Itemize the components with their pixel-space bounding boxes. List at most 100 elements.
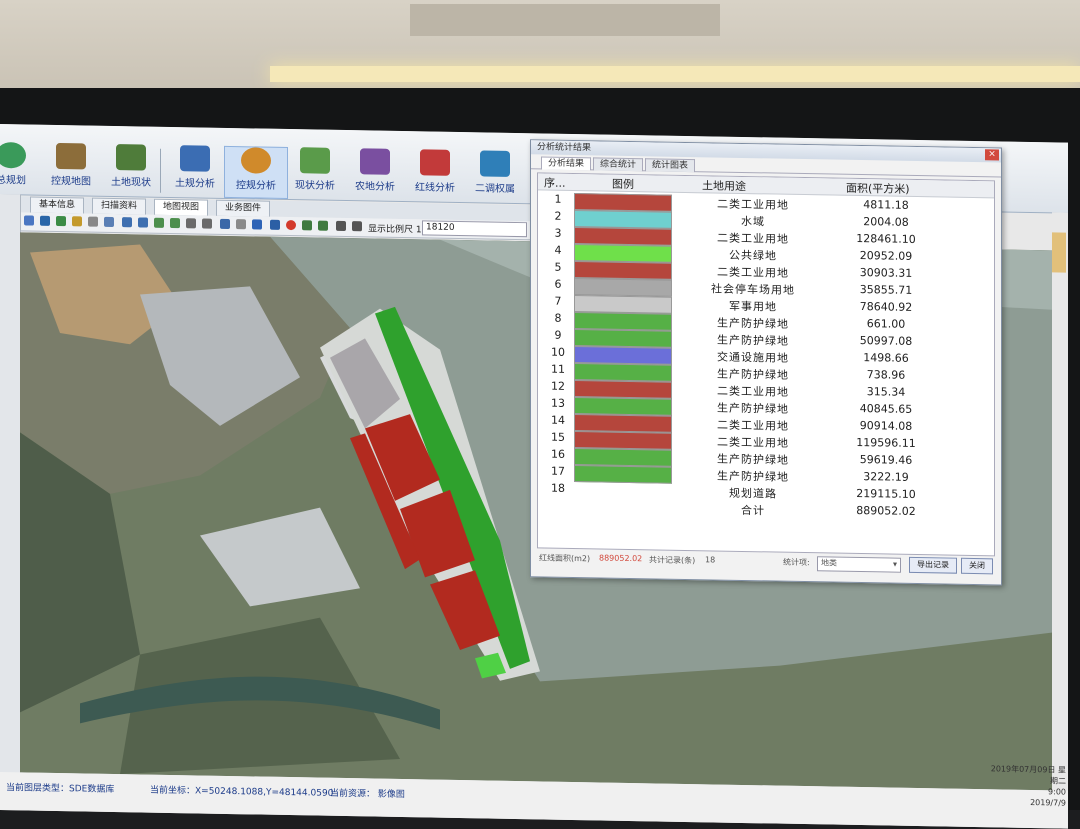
- settings-icon[interactable]: [352, 221, 362, 231]
- farmland-icon: [360, 148, 390, 175]
- clear-icon[interactable]: [104, 217, 114, 227]
- right-panel-strip: [1052, 212, 1068, 792]
- zoom-out-icon[interactable]: [138, 217, 148, 227]
- status-layer-type: 当前图层类型：SDE数据库: [6, 780, 114, 795]
- record-count-label: 共计记录(条): [649, 554, 695, 566]
- pan-icon[interactable]: [24, 215, 34, 225]
- identify-icon[interactable]: [56, 216, 66, 226]
- measure-icon[interactable]: [72, 216, 82, 226]
- redline-icon: [420, 149, 450, 176]
- scale-label: 显示比例尺 1:: [368, 221, 425, 235]
- stat-item-select[interactable]: 地类 ▾: [817, 556, 901, 572]
- ribbon-button-farmland-analysis[interactable]: 农地分析: [344, 148, 406, 199]
- row-area: 1498.66: [826, 350, 946, 365]
- clock-date-long: 2019年07月09日 星期二: [986, 763, 1066, 786]
- system-clock: 2019年07月09日 星期二 9:00 2019/7/9: [986, 763, 1066, 808]
- row-area: 889052.02: [826, 503, 946, 518]
- column-header-use[interactable]: 土地用途: [702, 177, 746, 194]
- save-icon[interactable]: [270, 220, 280, 230]
- row-seq: 13: [546, 397, 570, 410]
- ribbon-button-label: 总规划: [0, 175, 26, 187]
- export-icon[interactable]: [302, 220, 312, 230]
- row-seq: 11: [546, 363, 570, 376]
- tab-stat-charts[interactable]: 统计图表: [645, 158, 695, 172]
- magnifier-map-icon: [300, 147, 330, 174]
- select-icon[interactable]: [88, 217, 98, 227]
- land-plan-icon: [180, 145, 210, 172]
- tab-summary[interactable]: 综合统计: [593, 157, 643, 171]
- column-header-seq[interactable]: 序...: [544, 174, 566, 190]
- layer-icon[interactable]: [40, 216, 50, 226]
- gis-application-window: 总规划 控规地图 土地现状 土规分析 控规分析 现状分析 农地分析: [0, 124, 1068, 829]
- tab-analysis-result[interactable]: 分析结果: [541, 156, 591, 170]
- print-icon[interactable]: [318, 221, 328, 231]
- status-coordinates: 当前坐标：X=50248.1088,Y=48144.0590: [150, 783, 333, 799]
- row-seq: 6: [546, 278, 570, 291]
- row-seq: 8: [546, 312, 570, 325]
- land-map-icon: [116, 144, 146, 171]
- row-area: 30903.31: [826, 265, 946, 280]
- ribbon-button-control-analysis[interactable]: 控规分析: [224, 146, 288, 199]
- row-area: 119596.11: [826, 435, 946, 450]
- row-area: 219115.10: [826, 486, 946, 501]
- chevron-down-icon: ▾: [893, 560, 897, 569]
- refresh-icon[interactable]: [220, 219, 230, 229]
- stat-item-value: 地类: [818, 558, 837, 567]
- close-icon[interactable]: ×: [985, 149, 999, 160]
- row-seq: 7: [546, 295, 570, 308]
- row-seq: 5: [546, 261, 570, 274]
- pie-analysis-icon: [241, 147, 271, 174]
- ribbon-button-label: 二调权属: [475, 183, 515, 195]
- full-extent-icon[interactable]: [154, 218, 164, 228]
- ribbon-button-label: 农地分析: [355, 181, 395, 193]
- ribbon-button-status-analysis[interactable]: 现状分析: [284, 147, 346, 198]
- row-area: 78640.92: [826, 299, 946, 314]
- ribbon-button-label: 土地现状: [111, 177, 151, 189]
- status-resource: 当前资源： 影像图: [330, 786, 405, 800]
- row-seq: 12: [546, 380, 570, 393]
- row-area: 2004.08: [826, 214, 946, 229]
- row-area: 40845.65: [826, 401, 946, 416]
- close-button[interactable]: 关闭: [961, 558, 993, 575]
- ribbon-button-redline-analysis[interactable]: 红线分析: [404, 149, 466, 200]
- row-seq: 15: [546, 431, 570, 444]
- ribbon-button-ownership[interactable]: 二调权属: [464, 150, 526, 201]
- ribbon-button-land-status[interactable]: 土地现状: [100, 144, 162, 195]
- ribbon-button-land-plan-analysis[interactable]: 土规分析: [164, 145, 226, 196]
- ribbon-button-label: 控规地图: [51, 176, 91, 188]
- column-header-area[interactable]: 面积(平方米): [846, 180, 910, 197]
- analysis-result-dialog: 分析统计结果 × 分析结果 综合统计 统计图表 序... 图例 土地用途 面积(…: [530, 139, 1002, 585]
- row-land-use: 合计: [678, 501, 828, 520]
- row-area: 20952.09: [826, 248, 946, 263]
- ribbon-button-master-plan[interactable]: 总规划: [0, 142, 42, 193]
- info-icon[interactable]: [336, 221, 346, 231]
- delete-icon[interactable]: [286, 220, 296, 230]
- row-seq: 18: [546, 482, 570, 495]
- ribbon-button-label: 控规分析: [236, 180, 276, 192]
- room-ceiling: [0, 0, 1080, 95]
- undo-icon[interactable]: [252, 219, 262, 229]
- row-seq: 1: [546, 193, 570, 206]
- ribbon-button-control-map[interactable]: 控规地图: [40, 143, 102, 194]
- hand-pan-icon[interactable]: [170, 218, 180, 228]
- record-count-value: 18: [705, 555, 715, 564]
- right-side-tab[interactable]: [1052, 232, 1066, 272]
- forward-arrow-icon[interactable]: [202, 219, 212, 229]
- ceiling-light: [270, 66, 1080, 82]
- column-header-legend[interactable]: 图例: [612, 176, 634, 192]
- row-seq: 10: [546, 346, 570, 359]
- row-area: 50997.08: [826, 333, 946, 348]
- row-area: 315.34: [826, 384, 946, 399]
- dialog-title: 分析统计结果: [537, 142, 591, 153]
- scale-input[interactable]: 18120: [422, 220, 527, 237]
- ribbon-button-label: 土规分析: [175, 178, 215, 190]
- row-area: 128461.10: [826, 231, 946, 246]
- cloud-icon[interactable]: [236, 219, 246, 229]
- left-panel-strip[interactable]: [0, 194, 21, 774]
- back-arrow-icon[interactable]: [186, 218, 196, 228]
- export-records-button[interactable]: 导出记录: [909, 557, 957, 574]
- ribbon-button-label: 现状分析: [295, 180, 335, 192]
- zoom-in-icon[interactable]: [122, 217, 132, 227]
- row-area: 90914.08: [826, 418, 946, 433]
- row-seq: 16: [546, 448, 570, 461]
